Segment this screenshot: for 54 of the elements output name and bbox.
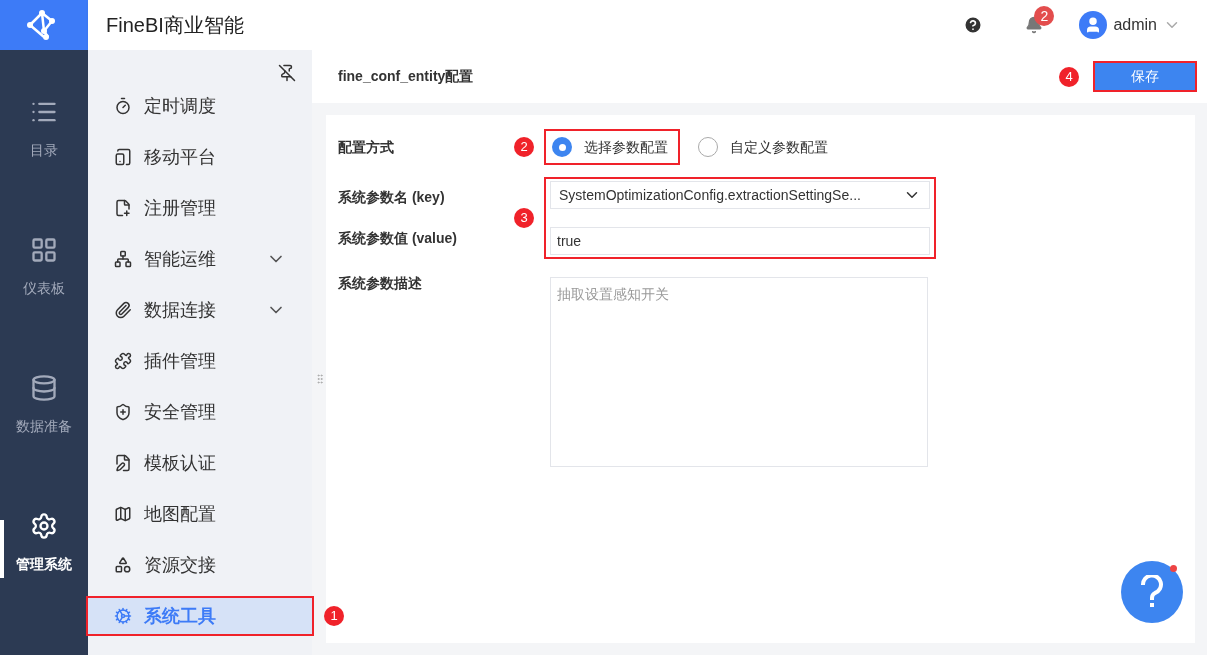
radio-button[interactable] — [698, 137, 718, 157]
callout-number: 3 — [514, 208, 534, 228]
field-label: 系统参数名 (key) — [338, 188, 446, 207]
sidebar-item[interactable]: 定时调度 — [88, 86, 312, 126]
rail-item[interactable]: 管理系统 — [0, 474, 88, 612]
callout-number: 1 — [324, 606, 344, 626]
save-button[interactable]: 保存 — [1093, 61, 1197, 92]
field-label: 系统参数值 (value) — [338, 229, 458, 248]
rail-item[interactable]: 数据准备 — [0, 336, 88, 474]
network-icon — [114, 250, 132, 268]
document-icon — [114, 454, 132, 472]
avatar-icon[interactable] — [1079, 11, 1108, 39]
tablet-icon — [114, 148, 132, 166]
page-title: fine_conf_entity配置 — [338, 67, 474, 86]
paperclip-icon — [114, 301, 132, 319]
sidebar-item[interactable]: 模板认证 — [88, 443, 312, 483]
radio-button[interactable] — [552, 137, 572, 157]
rail-item[interactable]: 目录 — [0, 60, 88, 198]
callout-number: 2 — [514, 137, 534, 157]
notification-badge: 2 — [1034, 6, 1055, 26]
puzzle-icon — [114, 352, 132, 370]
sidebar-item[interactable]: 资源交接 — [88, 545, 312, 585]
description-field[interactable]: 抽取设置感知开关 — [550, 277, 928, 467]
question-mark-icon — [1140, 575, 1164, 609]
shapes-icon — [114, 556, 132, 574]
callout-number: 4 — [1059, 66, 1079, 87]
rail-item[interactable]: 仪表板 — [0, 198, 88, 336]
grid-icon — [30, 235, 58, 264]
sidebar-item[interactable]: 地图配置 — [88, 494, 312, 534]
logo[interactable] — [0, 0, 88, 50]
sidebar-item[interactable]: 注册管理 — [88, 188, 312, 228]
value-field[interactable]: true — [550, 227, 930, 255]
sidebar-item[interactable]: 插件管理 — [88, 341, 312, 381]
resize-handle-icon[interactable] — [314, 373, 326, 385]
cog-icon — [114, 607, 132, 625]
app-title: FineBI商业智能 — [106, 13, 244, 38]
gear-icon — [30, 511, 58, 540]
radio-option[interactable]: 自定义参数配置 — [692, 129, 834, 165]
user-name[interactable]: admin — [1113, 13, 1157, 37]
sidebar-item[interactable]: 智能运维 — [88, 239, 312, 279]
timer-icon — [114, 97, 132, 115]
unpin-icon[interactable] — [278, 64, 296, 82]
radio-option[interactable]: 选择参数配置 — [544, 129, 680, 165]
sidebar-item[interactable]: 安全管理 — [88, 392, 312, 432]
sidebar-item[interactable]: 数据连接 — [88, 290, 312, 330]
field-label: 配置方式 — [338, 137, 395, 157]
document-icon — [114, 199, 132, 217]
key-select[interactable]: SystemOptimizationConfig.extractionSettingSe... — [550, 181, 930, 209]
field-label: 系统参数描述 — [338, 274, 423, 293]
shield-icon — [114, 403, 132, 421]
database-icon — [30, 373, 58, 402]
help-icon[interactable] — [963, 15, 984, 35]
sidebar-item[interactable]: 移动平台 — [88, 137, 312, 177]
map-icon — [114, 505, 132, 523]
